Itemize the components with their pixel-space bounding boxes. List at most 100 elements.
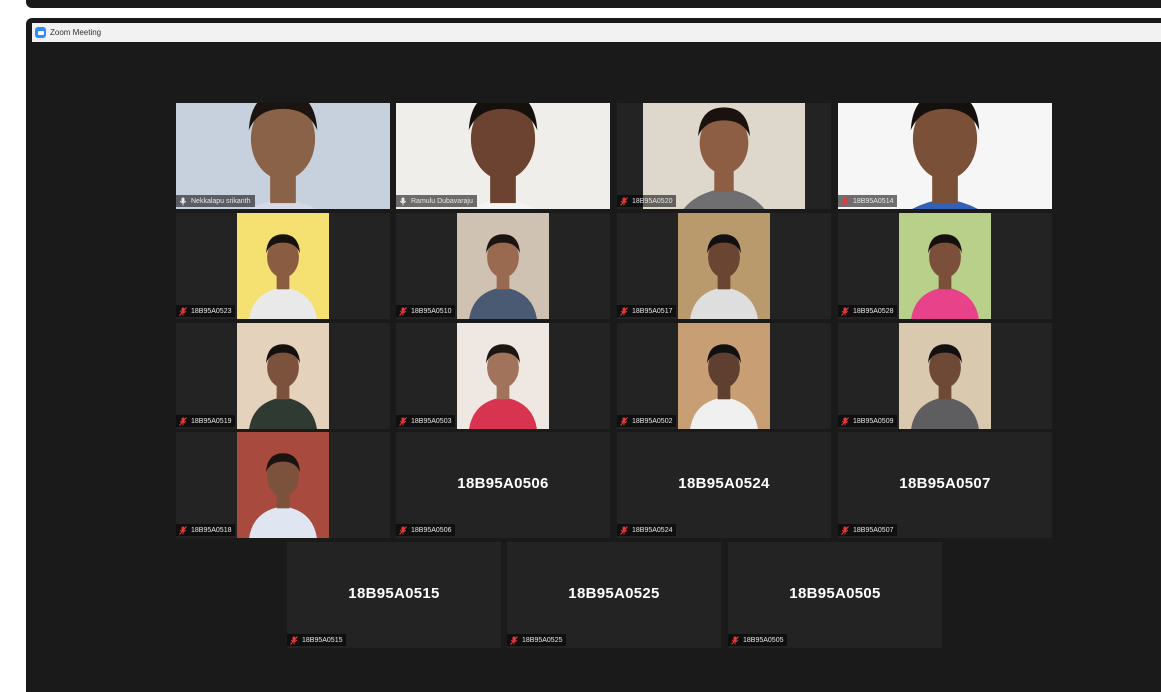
participant-video <box>899 213 991 319</box>
participant-nameplate: 18B95A0505 <box>728 634 788 646</box>
participant-nameplate: 18B95A0506 <box>396 524 456 536</box>
muted-mic-icon <box>841 416 849 426</box>
participant-tile[interactable]: 18B95A0515 18B95A0515 <box>287 542 501 648</box>
participant-display-name: 18B95A0507 <box>899 475 991 492</box>
title-bar[interactable]: Zoom Meeting <box>32 23 1161 42</box>
participant-video <box>237 432 329 538</box>
participant-tile[interactable]: 18B95A0528 <box>838 213 1052 319</box>
participant-video-frame <box>457 213 549 319</box>
participant-tile[interactable]: 18B95A0523 <box>176 213 390 319</box>
participant-video <box>457 323 549 429</box>
participant-video <box>678 213 770 319</box>
participant-video <box>643 103 805 209</box>
muted-mic-icon <box>620 306 628 316</box>
participant-nameplate: 18B95A0507 <box>838 524 898 536</box>
participant-tile[interactable]: 18B95A0510 <box>396 213 610 319</box>
muted-mic-icon <box>179 525 187 535</box>
participant-name: 18B95A0507 <box>853 526 894 534</box>
participant-tile[interactable]: 18B95A0517 <box>617 213 831 319</box>
muted-mic-icon <box>620 416 628 426</box>
participant-name: Ramulu Dubavaraju <box>411 197 473 205</box>
participant-nameplate: 18B95A0518 <box>176 524 236 536</box>
participant-tile[interactable]: 18B95A0525 18B95A0525 <box>507 542 721 648</box>
participant-display-name: 18B95A0525 <box>568 585 660 602</box>
participant-video-frame <box>678 323 770 429</box>
participant-tile[interactable]: 18B95A0506 18B95A0506 <box>396 432 610 538</box>
participant-tile[interactable]: 18B95A0502 <box>617 323 831 429</box>
participant-video-frame <box>838 103 1052 209</box>
participant-tile[interactable]: 18B95A0509 <box>838 323 1052 429</box>
participant-name: 18B95A0525 <box>522 636 563 644</box>
participant-video-frame <box>237 432 329 538</box>
participant-name: 18B95A0520 <box>632 197 673 205</box>
participant-nameplate: 18B95A0528 <box>838 305 898 317</box>
participant-tile[interactable]: 18B95A0505 18B95A0505 <box>728 542 942 648</box>
participant-name: 18B95A0523 <box>191 307 232 315</box>
muted-mic-icon <box>620 525 628 535</box>
participant-video <box>899 323 991 429</box>
participant-nameplate: 18B95A0525 <box>507 634 567 646</box>
participant-video <box>237 323 329 429</box>
participant-tile[interactable]: 18B95A0519 <box>176 323 390 429</box>
participant-display-name: 18B95A0524 <box>678 475 770 492</box>
muted-mic-icon <box>841 306 849 316</box>
participant-tile[interactable]: 18B95A0503 <box>396 323 610 429</box>
participant-video-frame <box>899 323 991 429</box>
muted-mic-icon <box>179 306 187 316</box>
participant-name: 18B95A0518 <box>191 526 232 534</box>
participant-video <box>678 323 770 429</box>
participant-name: 18B95A0528 <box>853 307 894 315</box>
participant-nameplate: 18B95A0502 <box>617 415 677 427</box>
previous-window-edge <box>26 0 1161 8</box>
participant-name: 18B95A0519 <box>191 417 232 425</box>
participant-tile[interactable]: 18B95A0520 <box>617 103 831 209</box>
muted-mic-icon <box>399 416 407 426</box>
participant-display-name: 18B95A0506 <box>457 475 549 492</box>
participant-tile[interactable]: 18B95A0514 <box>838 103 1052 209</box>
participant-nameplate: 18B95A0515 <box>287 634 347 646</box>
muted-mic-icon <box>510 635 518 645</box>
participant-video-frame <box>237 213 329 319</box>
muted-mic-icon <box>620 196 628 206</box>
muted-mic-icon <box>290 635 298 645</box>
participant-video <box>457 213 549 319</box>
participant-video-frame <box>678 213 770 319</box>
participant-display-name: 18B95A0515 <box>348 585 440 602</box>
participant-tile[interactable]: 18B95A0518 <box>176 432 390 538</box>
muted-mic-icon <box>841 525 849 535</box>
participant-display-name: 18B95A0505 <box>789 585 881 602</box>
participant-video <box>396 103 610 209</box>
muted-mic-icon <box>399 306 407 316</box>
participant-nameplate: 18B95A0519 <box>176 415 236 427</box>
participant-video <box>176 103 390 209</box>
mic-icon <box>399 197 407 205</box>
muted-mic-icon <box>179 416 187 426</box>
participant-video-frame <box>643 103 805 209</box>
muted-mic-icon <box>841 196 849 206</box>
participant-video-frame <box>899 213 991 319</box>
participant-name: Nekkalapu srikanth <box>191 197 251 205</box>
participant-name: 18B95A0503 <box>411 417 452 425</box>
participant-name: 18B95A0506 <box>411 526 452 534</box>
participant-tile[interactable]: Nekkalapu srikanth <box>176 103 390 209</box>
participant-nameplate: 18B95A0514 <box>838 195 898 207</box>
participant-tile[interactable]: 18B95A0524 18B95A0524 <box>617 432 831 538</box>
muted-mic-icon <box>399 525 407 535</box>
participant-video-frame <box>457 323 549 429</box>
participant-video-frame <box>396 103 610 209</box>
participant-name: 18B95A0510 <box>411 307 452 315</box>
participant-name: 18B95A0502 <box>632 417 673 425</box>
participant-name: 18B95A0524 <box>632 526 673 534</box>
participant-tile[interactable]: Ramulu Dubavaraju <box>396 103 610 209</box>
participant-name: 18B95A0509 <box>853 417 894 425</box>
participant-nameplate: 18B95A0517 <box>617 305 677 317</box>
participant-nameplate: Ramulu Dubavaraju <box>396 195 477 207</box>
participant-nameplate: 18B95A0510 <box>396 305 456 317</box>
mic-icon <box>179 197 187 205</box>
participant-nameplate: 18B95A0503 <box>396 415 456 427</box>
participant-nameplate: 18B95A0520 <box>617 195 677 207</box>
participant-nameplate: 18B95A0524 <box>617 524 677 536</box>
participant-video <box>838 103 1052 209</box>
zoom-meeting-window: Zoom Meeting Nekkalapu srikanth Ramulu D… <box>26 18 1161 692</box>
participant-tile[interactable]: 18B95A0507 18B95A0507 <box>838 432 1052 538</box>
